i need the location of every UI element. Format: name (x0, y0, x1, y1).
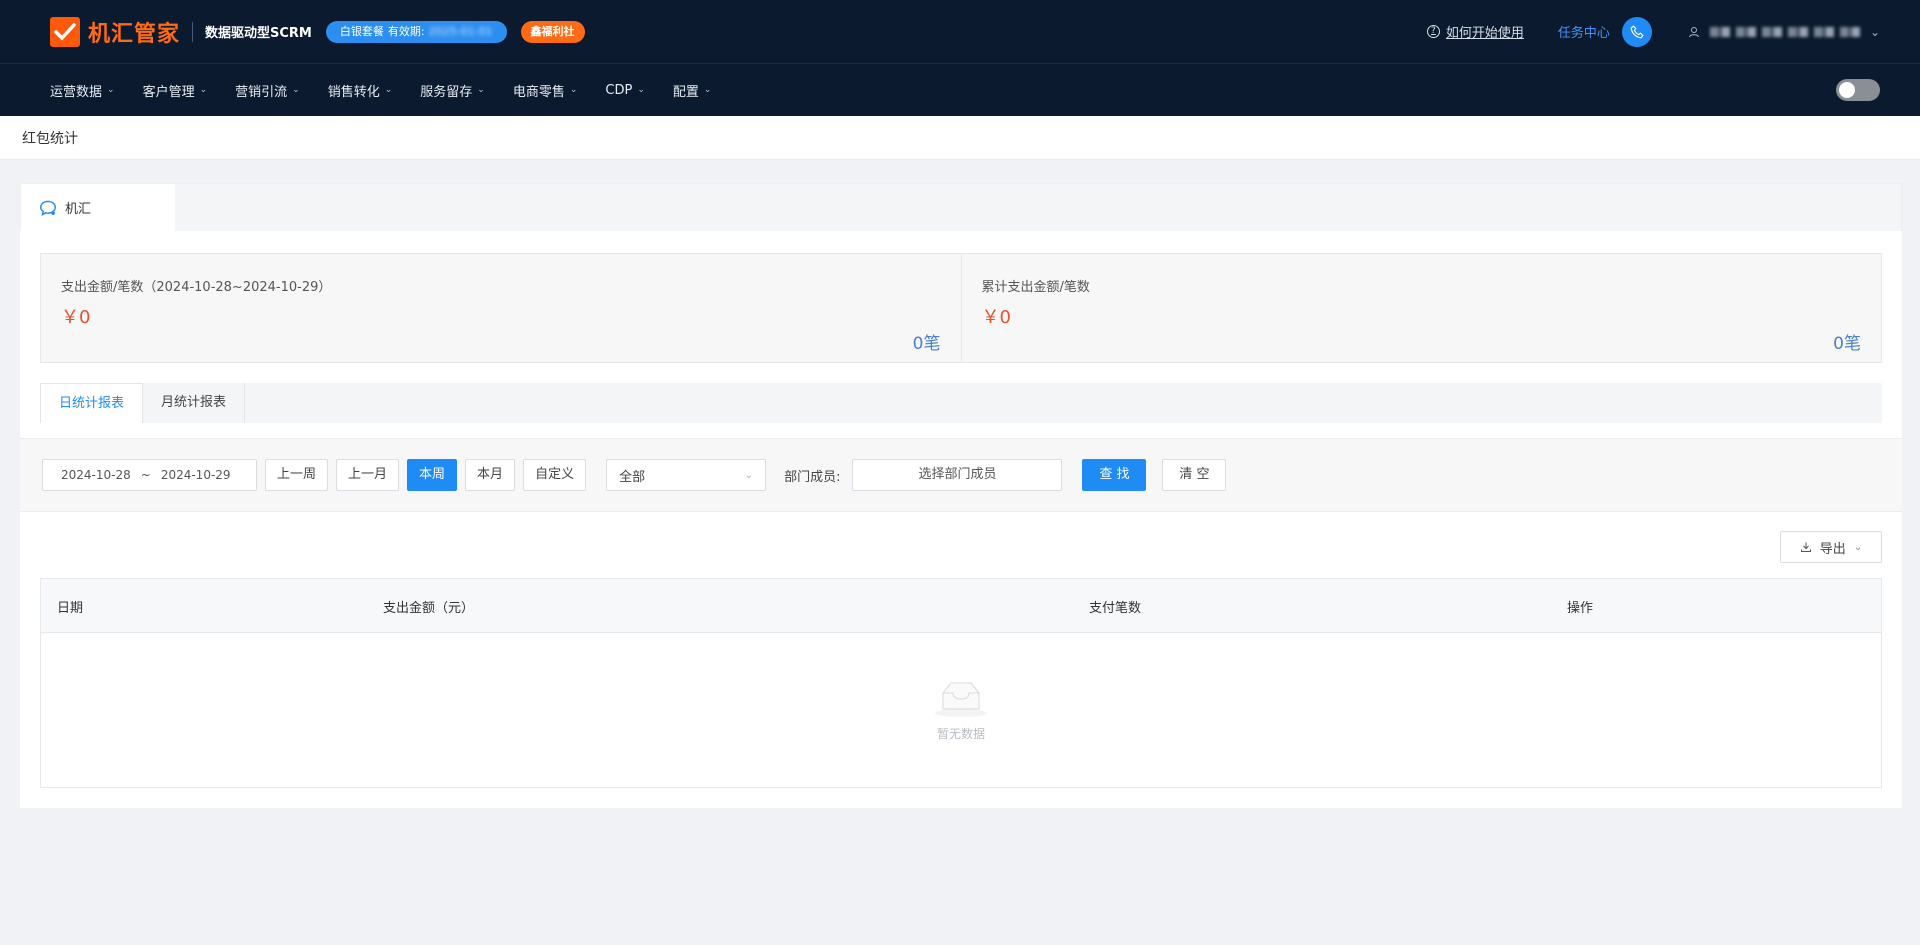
scope-select[interactable]: 全部 ⌄ (606, 459, 767, 491)
stats-table: 日期 支出金额（元） 支付笔数 操作 暂无数据 (40, 578, 1882, 788)
logo[interactable]: 机汇管家 (50, 16, 180, 48)
account-tabs: 机汇 (20, 183, 1902, 231)
nav-label: CDP (605, 82, 633, 98)
last-month-button[interactable]: 上一月 (336, 459, 400, 491)
export-button[interactable]: 导出 ⌄ (1780, 531, 1882, 563)
chevron-down-icon: ⌄ (199, 85, 208, 95)
stat-total: 累计支出金额/笔数 ￥0 0笔 (960, 254, 1882, 362)
product-subtitle: 数据驱动型SCRM (205, 26, 312, 41)
expire-value: 2025-01-01 (428, 24, 493, 38)
chevron-down-icon: ⌄ (569, 85, 578, 95)
this-week-button[interactable]: 本周 (407, 459, 458, 491)
tab-label: 机汇 (65, 202, 92, 217)
stat-count: 0笔 (912, 334, 941, 354)
dept-member-label: 部门成员: (784, 469, 841, 485)
package-label: 白银套餐 (339, 24, 384, 38)
nav-item-marketing[interactable]: 营销引流 ⌄ (235, 81, 300, 100)
question-icon: ? (1426, 25, 1440, 38)
chat-icon (39, 200, 57, 216)
chevron-down-icon: ⌄ (1853, 541, 1863, 553)
stat-amount: ￥0 (61, 307, 91, 328)
page-title: 红包统计 (0, 116, 1920, 160)
last-week-button[interactable]: 上一周 (265, 459, 329, 491)
report-tabs: 日统计报表 月统计报表 (40, 383, 1882, 423)
nav-item-ecommerce[interactable]: 电商零售 ⌄ (513, 81, 578, 100)
tab-jihui[interactable]: 机汇 (21, 184, 175, 231)
theme-toggle[interactable] (1836, 79, 1880, 101)
stats-panel: 支出金额/笔数（2024-10-28~2024-10-29） ￥0 0笔 累计支… (40, 253, 1882, 363)
download-icon (1800, 542, 1811, 552)
filter-bar: 2024-10-28 ~ 2024-10-29 上一周 上一月 本周 本月 自定… (20, 438, 1902, 512)
search-button[interactable]: 查 找 (1082, 459, 1147, 491)
nav-label: 电商零售 (512, 84, 565, 100)
nav-label: 运营数据 (50, 84, 103, 100)
top-bar: 机汇管家 数据驱动型SCRM 白银套餐 有效期: 2025-01-01 鑫福利社… (0, 0, 1920, 64)
logo-text: 机汇管家 (88, 21, 181, 47)
empty-state: 暂无数据 (41, 679, 1881, 742)
user-name (1709, 26, 1860, 37)
custom-range-button[interactable]: 自定义 (523, 459, 587, 491)
help-link[interactable]: ? 如何开始使用 (1426, 22, 1524, 41)
chevron-down-icon: ⌄ (1869, 24, 1880, 39)
help-label: 如何开始使用 (1445, 26, 1524, 41)
tab-monthly-report[interactable]: 月统计报表 (143, 383, 246, 423)
stat-period: 支出金额/笔数（2024-10-28~2024-10-29） ￥0 0笔 (41, 254, 961, 362)
task-center-link[interactable]: 任务中心 (1558, 22, 1610, 41)
empty-text: 暂无数据 (936, 727, 985, 741)
main-nav: 运营数据 ⌄ 客户管理 ⌄ 营销引流 ⌄ 销售转化 ⌄ 服务留存 ⌄ 电商零售 ⌄ CDP ⌄… (0, 64, 1920, 116)
table-header: 日期 支出金额（元） 支付笔数 操作 (41, 579, 1881, 633)
dept-member-picker[interactable]: 选择部门成员 (852, 459, 1063, 491)
user-menu[interactable]: ⌄ (1688, 25, 1880, 39)
chevron-down-icon: ⌄ (292, 85, 300, 95)
export-label: 导出 (1819, 541, 1846, 557)
date-start: 2024-10-28 (61, 468, 131, 482)
stat-label: 支出金额/笔数（2024-10-28~2024-10-29） (61, 280, 332, 295)
phone-icon (1630, 25, 1644, 38)
clear-button[interactable]: 清 空 (1162, 459, 1227, 491)
content-card: 机汇 支出金额/笔数（2024-10-28~2024-10-29） ￥0 0笔 … (20, 183, 1902, 808)
column-header-amount: 支出金额（元） (383, 601, 475, 616)
stat-count: 0笔 (1833, 334, 1861, 354)
chevron-down-icon: ⌄ (703, 85, 712, 95)
chevron-down-icon: ⌄ (637, 85, 645, 95)
stat-label: 累计支出金额/笔数 (981, 280, 1090, 295)
package-badge[interactable]: 白银套餐 有效期: 2025-01-01 (325, 20, 507, 43)
nav-item-customers[interactable]: 客户管理 ⌄ (143, 81, 208, 100)
empty-box-icon (935, 682, 987, 717)
chevron-down-icon: ⌄ (744, 469, 754, 481)
column-header-count: 支付笔数 (1089, 601, 1142, 616)
chevron-down-icon: ⌄ (107, 85, 115, 95)
date-end: 2024-10-29 (160, 468, 231, 482)
nav-label: 服务留存 (420, 84, 473, 100)
phone-button[interactable] (1621, 16, 1652, 47)
column-header-date: 日期 (57, 601, 84, 616)
logo-icon (50, 16, 80, 47)
nav-item-config[interactable]: 配置 ⌄ (673, 81, 712, 100)
select-value: 全部 (619, 469, 646, 485)
date-range-picker[interactable]: 2024-10-28 ~ 2024-10-29 (42, 459, 257, 491)
chevron-down-icon: ⌄ (384, 85, 393, 95)
tab-daily-report[interactable]: 日统计报表 (40, 383, 144, 423)
stat-amount: ￥0 (981, 307, 1011, 328)
chevron-down-icon: ⌄ (477, 85, 485, 95)
nav-label: 配置 (672, 84, 699, 100)
nav-label: 客户管理 (142, 84, 195, 100)
nav-item-service[interactable]: 服务留存 ⌄ (420, 81, 485, 100)
nav-label: 营销引流 (235, 84, 288, 100)
user-icon (1688, 26, 1699, 37)
nav-item-operations[interactable]: 运营数据 ⌄ (50, 81, 115, 100)
divider (192, 21, 194, 42)
nav-item-cdp[interactable]: CDP ⌄ (605, 83, 644, 98)
nav-item-sales[interactable]: 销售转化 ⌄ (328, 81, 393, 100)
expire-label: 有效期: (387, 24, 425, 38)
welfare-badge[interactable]: 鑫福利社 (520, 20, 585, 43)
date-separator: ~ (140, 468, 151, 482)
this-month-button[interactable]: 本月 (465, 459, 516, 491)
column-header-action: 操作 (1567, 601, 1594, 616)
nav-label: 销售转化 (327, 84, 380, 100)
